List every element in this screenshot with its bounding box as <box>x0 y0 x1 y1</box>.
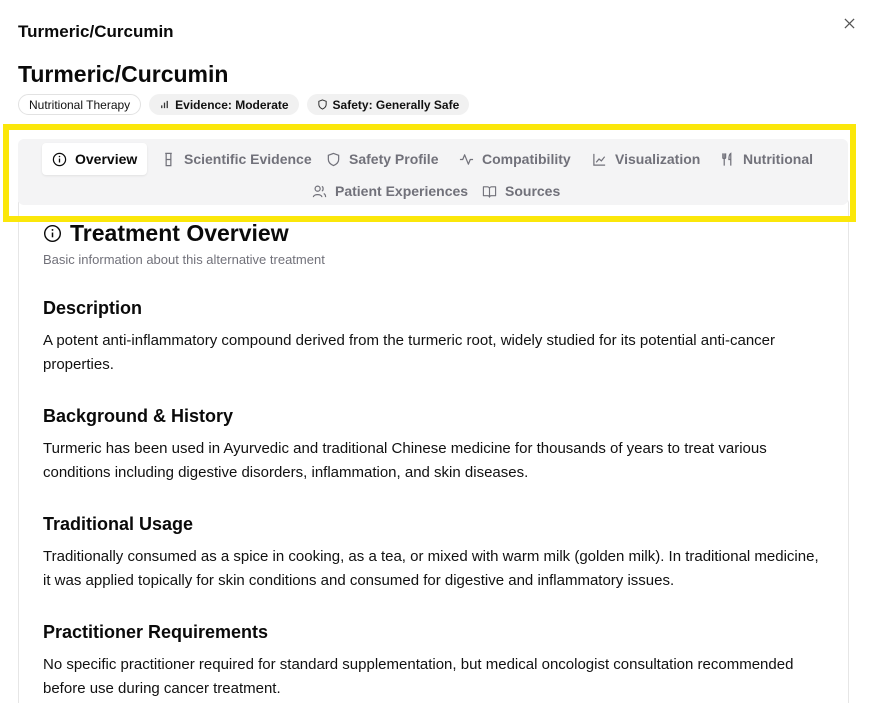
dialog-title: Turmeric/Curcumin <box>18 22 174 41</box>
category-badge-label: Nutritional Therapy <box>29 97 131 112</box>
section-heading: Description <box>43 298 143 318</box>
section-text: Traditionally consumed as a spice in coo… <box>43 548 819 589</box>
close-icon <box>843 17 855 29</box>
traditional-usage-section: Traditional Usage Traditionally consumed… <box>43 514 823 593</box>
evidence-badge-label: Evidence: Moderate <box>175 97 289 112</box>
description-section: Description A potent anti-inflammatory c… <box>43 298 823 377</box>
section-heading: Traditional Usage <box>43 514 194 534</box>
section-text: Turmeric has been used in Ayurvedic and … <box>43 440 767 481</box>
shield-icon <box>317 99 327 110</box>
safety-badge-label: Safety: Generally Safe <box>332 97 460 112</box>
info-icon <box>43 224 62 243</box>
section-description: Basic information about this alternative… <box>43 252 325 267</box>
highlight-box <box>3 124 856 222</box>
badge-row: Nutritional Therapy Evidence: Moderate S… <box>18 94 470 115</box>
section-text: A potent anti-inflammatory compound deri… <box>43 332 776 373</box>
practitioner-requirements-section: Practitioner Requirements No specific pr… <box>43 622 823 701</box>
bar-chart-icon <box>161 100 169 109</box>
close-button[interactable] <box>839 13 859 33</box>
section-header: Treatment Overview <box>43 220 289 247</box>
category-badge: Nutritional Therapy <box>18 94 142 115</box>
evidence-badge: Evidence: Moderate <box>149 94 299 115</box>
safety-badge: Safety: Generally Safe <box>306 94 470 115</box>
treatment-name: Turmeric/Curcumin <box>18 61 229 87</box>
treatment-dialog: Turmeric/Curcumin Turmeric/Curcumin Nutr… <box>0 0 875 703</box>
section-heading: Practitioner Requirements <box>43 622 269 642</box>
section-title: Treatment Overview <box>70 220 289 246</box>
background-section: Background & History Turmeric has been u… <box>43 406 823 485</box>
section-text: No specific practitioner required for st… <box>43 656 794 697</box>
section-heading: Background & History <box>43 406 234 426</box>
